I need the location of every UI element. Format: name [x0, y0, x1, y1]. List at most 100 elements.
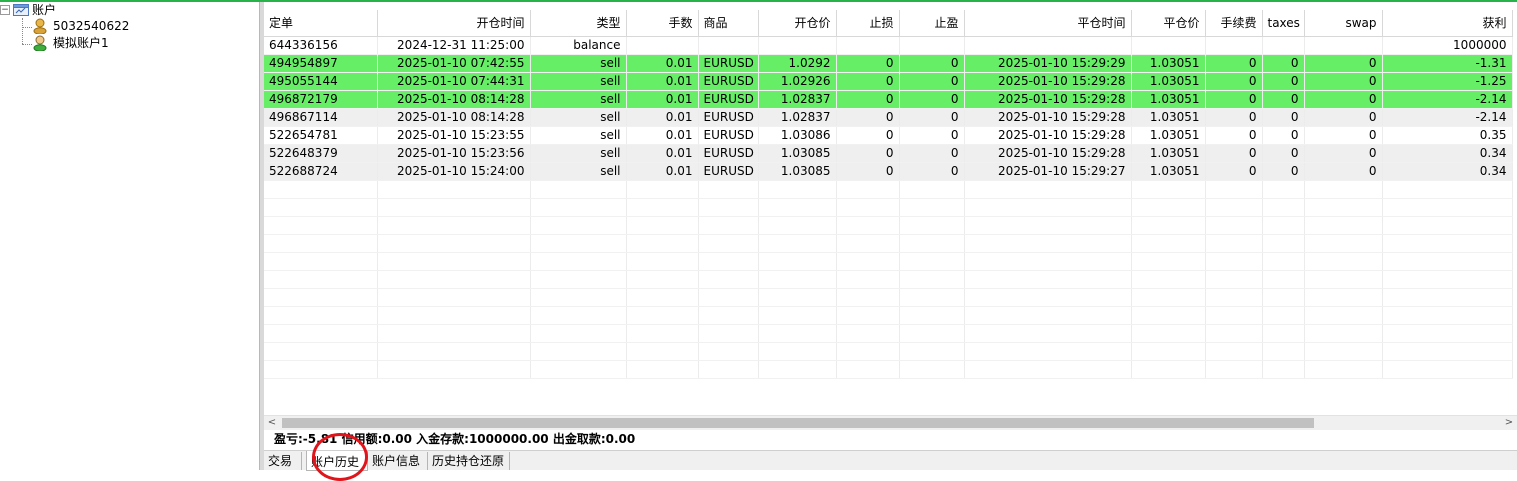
table-row[interactable]: 496872179 2025-01-10 08:14:28 sell 0.01 EURU… [264, 90, 1513, 109]
table-cell: 1.03051 [1131, 162, 1206, 181]
column-header[interactable]: 平仓时间 [964, 10, 1132, 37]
table-row[interactable]: 522654781 2025-01-10 15:23:55 sell 0.01 EURU… [264, 126, 1513, 145]
collapse-toggle-icon[interactable]: − [0, 5, 10, 15]
empty-cell [377, 270, 531, 289]
column-header[interactable]: 获利 [1382, 10, 1513, 37]
tab-account-info[interactable]: 账户信息 [368, 452, 428, 470]
empty-cell [1262, 288, 1305, 307]
table-cell: 0 [1262, 90, 1305, 109]
empty-cell [1262, 324, 1305, 343]
empty-cell [1205, 198, 1263, 217]
table-row[interactable]: 494954897 2025-01-10 07:42:55 sell 0.01 EURU… [264, 54, 1513, 73]
table-cell: 2025-01-10 07:42:55 [377, 54, 531, 73]
empty-cell [377, 252, 531, 271]
empty-cell [377, 324, 531, 343]
column-header[interactable]: taxes [1262, 10, 1305, 37]
empty-cell [626, 216, 699, 235]
table-cell: 0 [836, 126, 900, 145]
table-row[interactable]: 644336156 2024-12-31 11:25:00 balance 10000… [264, 36, 1513, 55]
column-header[interactable]: swap [1304, 10, 1383, 37]
empty-cell [964, 252, 1132, 271]
empty-row [264, 216, 1513, 235]
empty-cell [899, 216, 965, 235]
table-cell: 0.01 [626, 126, 699, 145]
table-cell: 0.01 [626, 162, 699, 181]
empty-cell [626, 180, 699, 199]
empty-cell [758, 360, 837, 379]
empty-cell [1131, 306, 1206, 325]
table-cell: 0 [899, 54, 965, 73]
empty-cell [964, 288, 1132, 307]
tab-account-history[interactable]: 账户历史 [306, 451, 368, 471]
scroll-left-arrow-icon[interactable]: < [264, 416, 280, 430]
tree-connector [22, 44, 32, 45]
column-header[interactable]: 止损 [836, 10, 900, 37]
table-row[interactable]: 495055144 2025-01-10 07:44:31 sell 0.01 EURU… [264, 72, 1513, 91]
empty-cell [1304, 234, 1383, 253]
tree-connector [22, 27, 32, 28]
empty-cell [1131, 198, 1206, 217]
empty-cell [626, 270, 699, 289]
empty-cell [626, 234, 699, 253]
table-cell: 0 [899, 126, 965, 145]
table-cell: 522648379 [264, 144, 378, 163]
table-cell: 0.35 [1382, 126, 1513, 145]
table-cell [1304, 36, 1383, 55]
empty-cell [836, 180, 900, 199]
table-cell: sell [530, 162, 627, 181]
empty-cell [530, 180, 627, 199]
empty-cell [698, 342, 759, 361]
column-header[interactable]: 止盈 [899, 10, 965, 37]
table-row[interactable]: 496867114 2025-01-10 08:14:28 sell 0.01 EURU… [264, 108, 1513, 127]
empty-cell [1205, 216, 1263, 235]
table-cell: 0 [1205, 162, 1263, 181]
column-header[interactable]: 类型 [530, 10, 627, 37]
table-row[interactable]: 522648379 2025-01-10 15:23:56 sell 0.01 EURU… [264, 144, 1513, 163]
table-cell: 0 [899, 72, 965, 91]
empty-cell [758, 234, 837, 253]
table-cell: 0 [1205, 54, 1263, 73]
empty-cell [964, 270, 1132, 289]
table-cell: 0 [1205, 72, 1263, 91]
column-header[interactable]: 定单 [264, 10, 378, 37]
empty-cell [1131, 324, 1206, 343]
table-cell: 0 [836, 72, 900, 91]
empty-cell [899, 306, 965, 325]
column-header[interactable]: 开仓时间 [377, 10, 531, 37]
scrollbar-thumb[interactable] [282, 418, 1314, 428]
table-row[interactable]: 522688724 2025-01-10 15:24:00 sell 0.01 EURU… [264, 162, 1513, 181]
table-cell: 2025-01-10 15:29:28 [964, 90, 1132, 109]
horizontal-scrollbar[interactable]: < > [264, 415, 1517, 430]
empty-cell [1131, 180, 1206, 199]
empty-cell [530, 288, 627, 307]
table-cell: 0 [1304, 72, 1383, 91]
empty-cell [836, 234, 900, 253]
tab-trade[interactable]: 交易 [264, 452, 302, 470]
column-header[interactable]: 商品 [698, 10, 759, 37]
empty-cell [964, 360, 1132, 379]
tab-history-restore[interactable]: 历史持仓还原 [428, 452, 510, 470]
scroll-right-arrow-icon[interactable]: > [1501, 416, 1517, 430]
empty-cell [264, 180, 378, 199]
empty-cell [264, 306, 378, 325]
table-cell: 0 [1262, 72, 1305, 91]
table-cell: 0 [1262, 162, 1305, 181]
column-header[interactable]: 手续费 [1205, 10, 1263, 37]
empty-cell [1131, 270, 1206, 289]
empty-cell [1382, 198, 1513, 217]
table-cell: 1.03051 [1131, 90, 1206, 109]
history-table: 定单 开仓时间 类型 手数 商品 开仓价 止损 止盈 平仓时间 平仓价 手续费 taxes swap 获利… [264, 10, 1513, 379]
column-header[interactable]: 平仓价 [1131, 10, 1206, 37]
empty-cell [899, 360, 965, 379]
table-cell: 1.03051 [1131, 108, 1206, 127]
empty-cell [1304, 252, 1383, 271]
column-header[interactable]: 开仓价 [758, 10, 837, 37]
table-cell: 0 [1304, 108, 1383, 127]
column-header[interactable]: 手数 [626, 10, 699, 37]
table-cell: EURUSD [698, 54, 759, 73]
empty-cell [1262, 180, 1305, 199]
empty-cell [758, 180, 837, 199]
empty-row [264, 270, 1513, 289]
account-folder-icon [13, 4, 29, 16]
history-grid: 定单 开仓时间 类型 手数 商品 开仓价 止损 止盈 平仓时间 平仓价 手续费 taxes swap 获利… [264, 10, 1517, 415]
